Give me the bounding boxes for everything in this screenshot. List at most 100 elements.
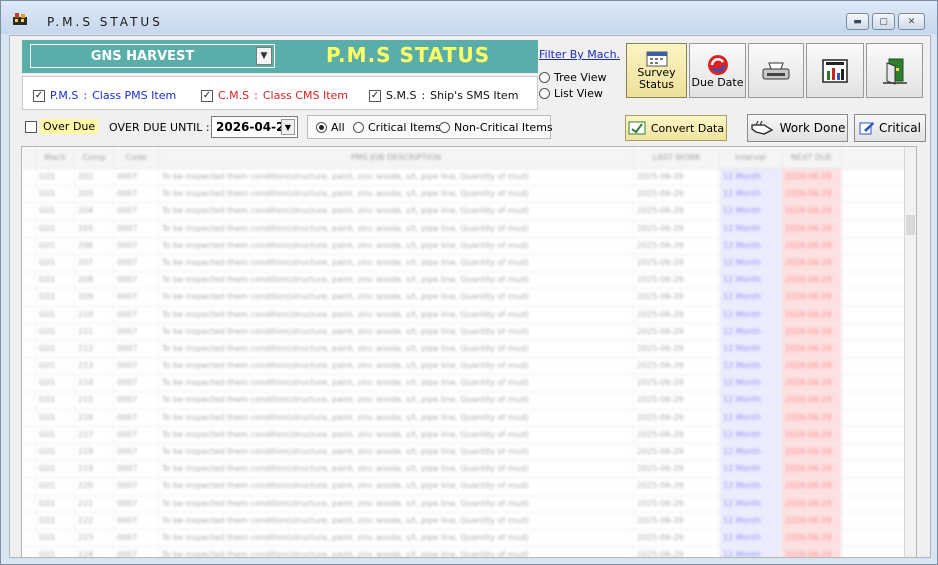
checkbox-sms[interactable]: ✓ bbox=[369, 89, 381, 102]
cell-interval: 12 Month bbox=[720, 478, 782, 495]
checkbox-cms[interactable]: ✓ bbox=[201, 89, 213, 102]
cell-mach: G01 bbox=[36, 426, 75, 443]
radio-all[interactable] bbox=[316, 122, 327, 133]
radio-tree-view[interactable] bbox=[539, 72, 550, 83]
row-stub bbox=[22, 358, 36, 375]
table-row[interactable]: G01 216 0007 To be inspected them condition… bbox=[22, 409, 916, 427]
table-row[interactable]: G01 202 0007 To be inspected them condition… bbox=[22, 169, 916, 187]
table-row[interactable]: G01 211 0007 To be inspected them condition… bbox=[22, 323, 916, 341]
table-row[interactable]: G01 217 0007 To be inspected them condition… bbox=[22, 426, 916, 444]
cms-checkbox[interactable]: ✓ C.M.S: Class CMS Item bbox=[201, 89, 348, 102]
table-row[interactable]: G01 218 0007 To be inspected them condition… bbox=[22, 444, 916, 462]
table-row[interactable]: G01 224 0007 To be inspected them condition… bbox=[22, 547, 916, 557]
scope-noncritical-radio[interactable]: Non-Critical Items bbox=[439, 121, 553, 134]
filter-by-mach-link[interactable]: Filter By Mach. bbox=[539, 48, 620, 61]
header-last-work[interactable]: LAST WORK bbox=[634, 147, 720, 168]
critical-edit-icon bbox=[859, 122, 874, 135]
header-interval[interactable]: Interval bbox=[720, 147, 782, 168]
critical-button[interactable]: Critical bbox=[854, 114, 926, 142]
cell-code: 0007 bbox=[114, 392, 159, 409]
table-row[interactable]: G01 223 0007 To be inspected them condition… bbox=[22, 529, 916, 548]
cell-comp: 210 bbox=[75, 306, 114, 323]
cell-description: To be inspected them condition(structure… bbox=[159, 340, 634, 358]
cell-mach: G01 bbox=[36, 444, 75, 461]
convert-data-button[interactable]: Convert Data bbox=[625, 115, 727, 141]
table-row[interactable]: G01 212 0007 To be inspected them condition… bbox=[22, 340, 916, 359]
table-row[interactable]: G01 213 0007 To be inspected them condition… bbox=[22, 358, 916, 376]
scrollbar-thumb[interactable] bbox=[906, 215, 915, 235]
chevron-down-icon[interactable]: ▼ bbox=[281, 119, 295, 135]
cell-last-work: 2025-06-29 bbox=[634, 186, 720, 203]
cms-label: Class CMS Item bbox=[262, 89, 349, 102]
table-row[interactable]: G01 221 0007 To be inspected them condition… bbox=[22, 495, 916, 513]
cell-code: 0007 bbox=[114, 220, 159, 237]
vertical-scrollbar[interactable] bbox=[904, 147, 916, 557]
work-done-button[interactable]: Work Done bbox=[747, 114, 848, 142]
cell-description: To be inspected them condition(structure… bbox=[159, 478, 634, 495]
table-row[interactable]: G01 207 0007 To be inspected them condition… bbox=[22, 254, 916, 273]
bar-chart-icon bbox=[822, 58, 848, 83]
title-bar: P.M.S STATUS ▬ ▢ ✕ bbox=[1, 1, 937, 34]
table-row[interactable]: G01 205 0007 To be inspected them condition… bbox=[22, 220, 916, 238]
overdue-checkbox[interactable]: Over Due bbox=[25, 119, 99, 134]
scope-critical-radio[interactable]: Critical Items bbox=[353, 121, 441, 134]
table-row[interactable]: G01 206 0007 To be inspected them condition… bbox=[22, 237, 916, 255]
cell-description: To be inspected them condition(structure… bbox=[159, 529, 634, 547]
cell-code: 0007 bbox=[114, 547, 159, 557]
due-date-icon bbox=[707, 54, 728, 75]
ship-select[interactable]: GNS HARVEST ▼ bbox=[30, 44, 275, 68]
sms-checkbox[interactable]: ✓ S.M.S: Ship's SMS Item bbox=[369, 89, 518, 102]
scope-all-radio[interactable]: All bbox=[316, 121, 345, 134]
checkbox-overdue[interactable] bbox=[25, 120, 37, 133]
radio-noncritical[interactable] bbox=[439, 122, 450, 133]
checkbox-pms[interactable]: ✓ bbox=[33, 89, 45, 102]
header-next-due[interactable]: NEXT DUE bbox=[782, 147, 842, 168]
radio-list-view[interactable] bbox=[539, 88, 550, 99]
filter-bar: Over Due OVER DUE UNTIL : 2026-04-29 ▼ A… bbox=[18, 114, 930, 142]
tree-view-radio[interactable]: Tree View bbox=[539, 71, 607, 84]
table-row[interactable]: G01 204 0007 To be inspected them condition… bbox=[22, 203, 916, 221]
cell-comp: 221 bbox=[75, 495, 114, 512]
cell-last-work: 2025-06-29 bbox=[634, 169, 720, 186]
list-view-radio[interactable]: List View bbox=[539, 87, 603, 100]
row-stub bbox=[22, 461, 36, 478]
maximize-button[interactable]: ▢ bbox=[872, 13, 895, 30]
header-mach[interactable]: Mach bbox=[36, 147, 75, 168]
table-row[interactable]: G01 208 0007 To be inspected them condition… bbox=[22, 272, 916, 290]
exit-button[interactable] bbox=[866, 43, 923, 98]
cell-last-work: 2025-06-29 bbox=[634, 375, 720, 392]
radio-critical[interactable] bbox=[353, 122, 364, 133]
ship-band: GNS HARVEST ▼ P.M.S STATUS bbox=[22, 40, 538, 73]
overdue-until-date[interactable]: 2026-04-29 ▼ bbox=[211, 116, 298, 138]
table-row[interactable]: G01 210 0007 To be inspected them condition… bbox=[22, 306, 916, 324]
header-comp[interactable]: Comp bbox=[75, 147, 114, 168]
survey-status-button[interactable]: Survey Status bbox=[626, 43, 687, 98]
cell-comp: 219 bbox=[75, 461, 114, 478]
chevron-down-icon[interactable]: ▼ bbox=[256, 47, 272, 65]
cell-last-work: 2025-06-29 bbox=[634, 547, 720, 557]
table-row[interactable]: G01 215 0007 To be inspected them condition… bbox=[22, 392, 916, 410]
cell-next-due: 2026-06-29 bbox=[782, 529, 842, 547]
exit-icon bbox=[882, 58, 907, 85]
cell-code: 0007 bbox=[114, 186, 159, 203]
table-row[interactable]: G01 203 0007 To be inspected them condition… bbox=[22, 186, 916, 204]
table-row[interactable]: G01 220 0007 To be inspected them condition… bbox=[22, 478, 916, 496]
header-description[interactable]: PMS JOB DESCRIPTION bbox=[159, 147, 634, 168]
cell-description: To be inspected them condition(structure… bbox=[159, 444, 634, 461]
table-row[interactable]: G01 222 0007 To be inspected them condition… bbox=[22, 512, 916, 530]
due-date-button[interactable]: Due Date bbox=[689, 43, 746, 98]
cell-code: 0007 bbox=[114, 495, 159, 512]
row-stub bbox=[22, 237, 36, 254]
pms-job-grid[interactable]: Mach Comp Code PMS JOB DESCRIPTION LAST … bbox=[21, 146, 917, 558]
chart-button[interactable] bbox=[806, 43, 864, 98]
close-button[interactable]: ✕ bbox=[898, 13, 925, 30]
print-button[interactable] bbox=[748, 43, 804, 98]
table-row[interactable]: G01 214 0007 To be inspected them condition… bbox=[22, 375, 916, 393]
minimize-button[interactable]: ▬ bbox=[846, 13, 869, 30]
header-code[interactable]: Code bbox=[114, 147, 159, 168]
cell-mach: G01 bbox=[36, 547, 75, 557]
hand-pointer-icon bbox=[750, 120, 773, 135]
table-row[interactable]: G01 219 0007 To be inspected them condition… bbox=[22, 461, 916, 479]
table-row[interactable]: G01 209 0007 To be inspected them condition… bbox=[22, 289, 916, 307]
pms-checkbox[interactable]: ✓ P.M.S: Class PMS Item bbox=[33, 89, 176, 102]
